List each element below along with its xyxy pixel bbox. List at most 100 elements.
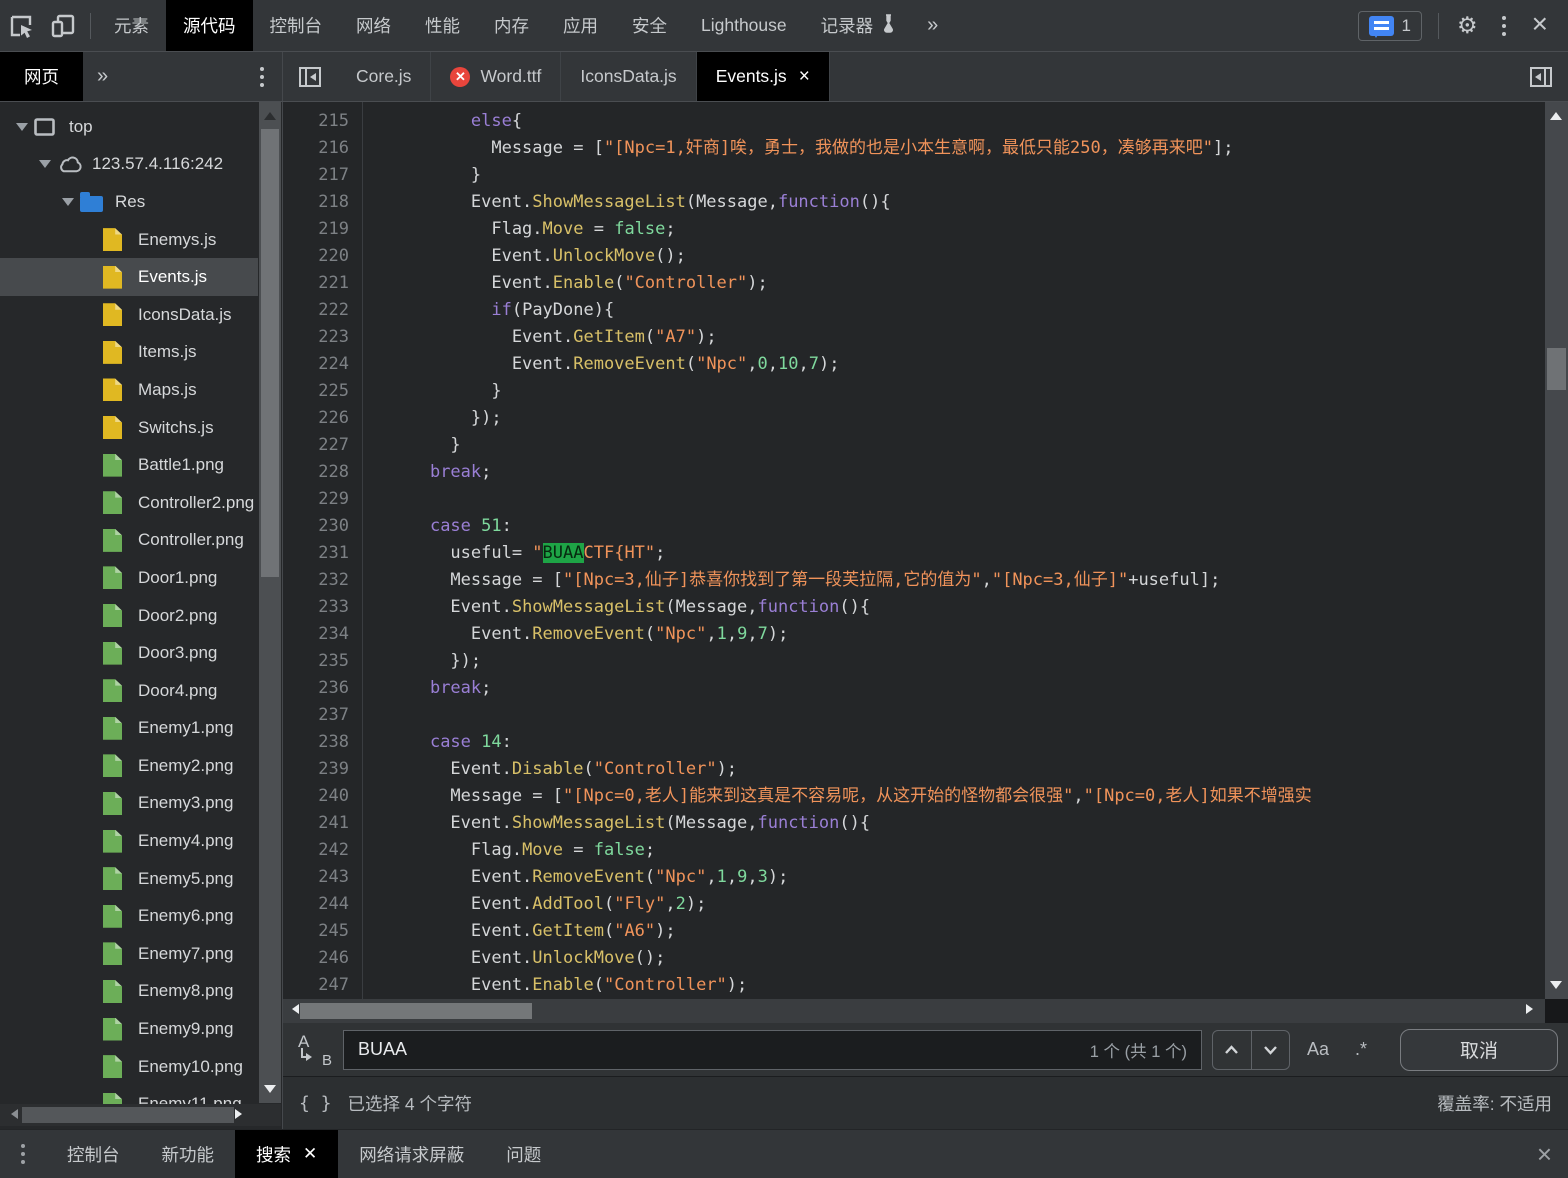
line-content[interactable]: Event.RemoveEvent("Npc",0,10,7); <box>363 351 839 378</box>
panel-tab-console[interactable]: 控制台 <box>253 0 340 51</box>
tree-item-Enemy6.png[interactable]: Enemy6.png <box>0 897 258 935</box>
line-content[interactable]: Event.GetItem("A7"); <box>363 324 717 351</box>
tree-item-Enemy3.png[interactable]: Enemy3.png <box>0 785 258 823</box>
line-number[interactable]: 243 <box>283 864 363 891</box>
line-number[interactable]: 230 <box>283 513 363 540</box>
code-line[interactable]: 224 Event.RemoveEvent("Npc",0,10,7); <box>283 351 1568 378</box>
format-braces-icon[interactable]: { } <box>299 1093 332 1114</box>
line-content[interactable]: Event.Enable("Controller"); <box>363 270 768 297</box>
sidebar-vertical-scrollbar[interactable] <box>259 102 281 1103</box>
line-number[interactable]: 238 <box>283 729 363 756</box>
scroll-down-arrow-icon[interactable] <box>1550 981 1562 995</box>
tree-item-Door3.png[interactable]: Door3.png <box>0 634 258 672</box>
panel-tab-security[interactable]: 安全 <box>615 0 684 51</box>
code-line[interactable]: 231 useful= "BUAACTF{HT"; <box>283 540 1568 567</box>
line-content[interactable]: } <box>363 432 461 459</box>
drawer-kebab-icon[interactable] <box>0 1130 46 1178</box>
tree-item-Switchs.js[interactable]: Switchs.js <box>0 409 258 447</box>
line-content[interactable]: break; <box>363 459 491 486</box>
line-number[interactable]: 246 <box>283 945 363 972</box>
line-number[interactable]: 244 <box>283 891 363 918</box>
line-number[interactable]: 218 <box>283 189 363 216</box>
hide-navigator-icon[interactable] <box>283 52 337 101</box>
line-number[interactable]: 241 <box>283 810 363 837</box>
device-toolbar-icon[interactable] <box>42 0 84 51</box>
inspect-element-icon[interactable] <box>0 0 42 51</box>
tree-item-Res[interactable]: Res <box>0 183 258 221</box>
scroll-right-arrow-icon[interactable] <box>235 1109 247 1119</box>
line-number[interactable]: 228 <box>283 459 363 486</box>
code-line[interactable]: 222 if(PayDone){ <box>283 297 1568 324</box>
sidebar-horizontal-scrollbar[interactable] <box>0 1104 281 1126</box>
line-number[interactable]: 220 <box>283 243 363 270</box>
tree-item-top[interactable]: top <box>0 108 258 146</box>
file-tab-Events.js[interactable]: Events.js× <box>697 52 830 101</box>
code-line[interactable]: 245 Event.GetItem("A6"); <box>283 918 1568 945</box>
code-line[interactable]: 215 else{ <box>283 108 1568 135</box>
code-line[interactable]: 218 Event.ShowMessageList(Message,functi… <box>283 189 1568 216</box>
line-content[interactable]: Event.ShowMessageList(Message,function()… <box>363 594 870 621</box>
panel-tab-sources[interactable]: 源代码 <box>166 0 253 51</box>
line-number[interactable]: 227 <box>283 432 363 459</box>
tree-item-IconsData.js[interactable]: IconsData.js <box>0 296 258 334</box>
regex-toggle[interactable]: .* <box>1346 1039 1376 1060</box>
line-number[interactable]: 247 <box>283 972 363 999</box>
line-content[interactable]: }); <box>363 405 502 432</box>
tree-item-Enemy2.png[interactable]: Enemy2.png <box>0 747 258 785</box>
editor-vertical-scrollbar[interactable] <box>1545 102 1568 999</box>
find-input[interactable] <box>358 1039 1080 1060</box>
code-line[interactable]: 229 <box>283 486 1568 513</box>
line-content[interactable]: useful= "BUAACTF{HT"; <box>363 540 665 567</box>
line-number[interactable]: 215 <box>283 108 363 135</box>
code-line[interactable]: 243 Event.RemoveEvent("Npc",1,9,3); <box>283 864 1568 891</box>
code-line[interactable]: 228 break; <box>283 459 1568 486</box>
code-line[interactable]: 216 Message = ["[Npc=1,奸商]唉，勇士，我做的也是小本生意… <box>283 135 1568 162</box>
tree-item-Maps.js[interactable]: Maps.js <box>0 371 258 409</box>
scrollbar-thumb[interactable] <box>22 1107 234 1123</box>
line-number[interactable]: 237 <box>283 702 363 729</box>
close-tab-icon[interactable]: × <box>797 66 810 88</box>
line-content[interactable]: Event.AddTool("Fly",2); <box>363 891 706 918</box>
code-line[interactable]: 235 }); <box>283 648 1568 675</box>
line-content[interactable]: } <box>363 162 481 189</box>
line-number[interactable]: 226 <box>283 405 363 432</box>
code-line[interactable]: 244 Event.AddTool("Fly",2); <box>283 891 1568 918</box>
settings-gear-icon[interactable]: ⚙ <box>1445 12 1490 39</box>
code-line[interactable]: 217 } <box>283 162 1568 189</box>
scrollbar-thumb[interactable] <box>300 1003 532 1019</box>
line-number[interactable]: 240 <box>283 783 363 810</box>
file-tab-Core.js[interactable]: Core.js <box>337 52 431 101</box>
scroll-up-arrow-icon[interactable] <box>264 106 276 120</box>
code-line[interactable]: 233 Event.ShowMessageList(Message,functi… <box>283 594 1568 621</box>
line-number[interactable]: 242 <box>283 837 363 864</box>
line-content[interactable]: Event.UnlockMove(); <box>363 243 686 270</box>
line-content[interactable] <box>363 486 389 513</box>
kebab-menu-icon[interactable] <box>1490 16 1518 36</box>
code-line[interactable]: 234 Event.RemoveEvent("Npc",1,9,7); <box>283 621 1568 648</box>
code-line[interactable]: 225 } <box>283 378 1568 405</box>
tree-item-Controller2.png[interactable]: Controller2.png <box>0 484 258 522</box>
line-content[interactable]: Event.Enable("Controller"); <box>363 972 747 999</box>
line-number[interactable]: 245 <box>283 918 363 945</box>
drawer-tab-whats-new[interactable]: 新功能 <box>141 1130 236 1178</box>
code-line[interactable]: 237 <box>283 702 1568 729</box>
drawer-tab-network-blocking[interactable]: 网络请求屏蔽 <box>338 1130 485 1178</box>
line-content[interactable]: Event.GetItem("A6"); <box>363 918 676 945</box>
scrollbar-thumb[interactable] <box>261 129 279 577</box>
line-content[interactable]: } <box>363 378 502 405</box>
drawer-tab-search[interactable]: 搜索✕ <box>235 1130 338 1178</box>
more-navigator-tabs-icon[interactable]: » <box>83 52 122 101</box>
scroll-left-arrow-icon[interactable] <box>6 1109 18 1119</box>
match-case-toggle[interactable]: Aa <box>1298 1039 1338 1060</box>
line-number[interactable]: 234 <box>283 621 363 648</box>
find-input-field[interactable]: 1 个 (共 1 个) <box>343 1030 1202 1070</box>
drawer-tab-issues[interactable]: 问题 <box>485 1130 562 1178</box>
tree-item-Enemy7.png[interactable]: Enemy7.png <box>0 935 258 973</box>
tree-item-Enemy11.png[interactable]: Enemy11.png <box>0 1085 258 1104</box>
line-number[interactable]: 222 <box>283 297 363 324</box>
tree-item-Enemy1.png[interactable]: Enemy1.png <box>0 710 258 748</box>
tree-item-Enemy4.png[interactable]: Enemy4.png <box>0 822 258 860</box>
code-line[interactable]: 239 Event.Disable("Controller"); <box>283 756 1568 783</box>
line-number[interactable]: 231 <box>283 540 363 567</box>
tree-item-Events.js[interactable]: Events.js <box>0 258 258 296</box>
